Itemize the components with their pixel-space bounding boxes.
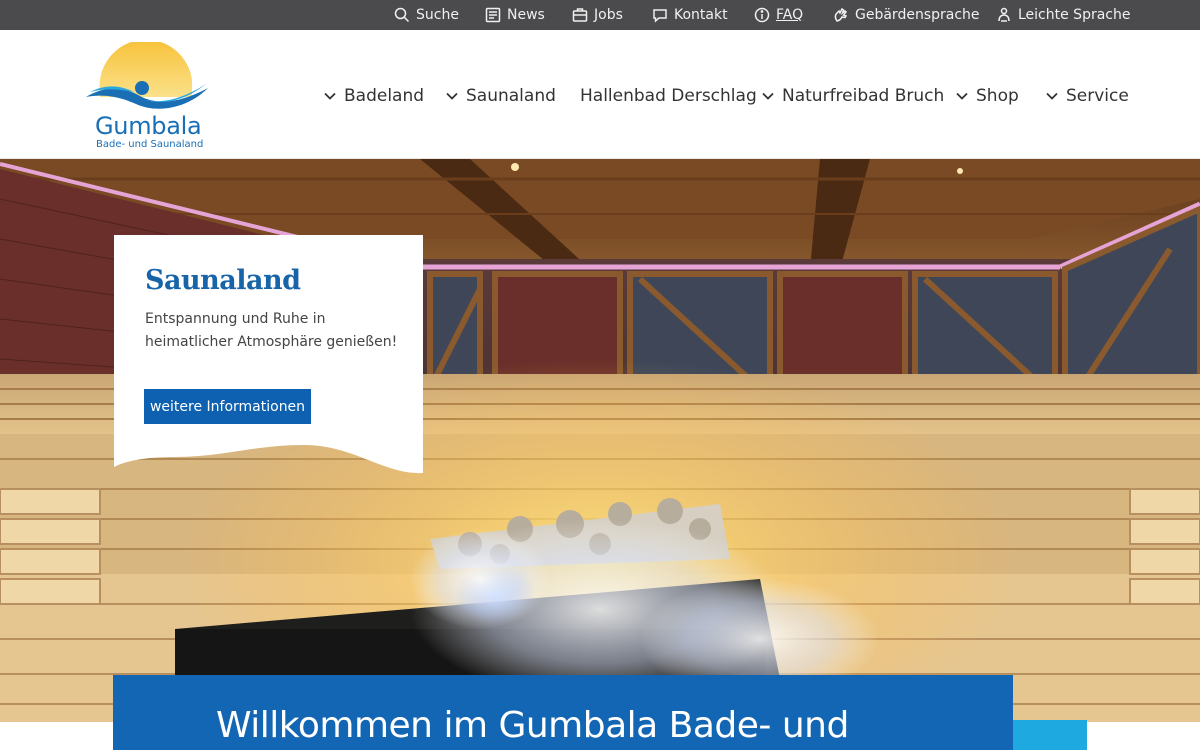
logo[interactable]: Gumbala Bade- und Saunaland [84,39,214,150]
info-icon [754,7,770,23]
chevron-down-icon [324,92,336,100]
saunaland-teaser-card: Saunaland Entspannung und Ruhe in heimat… [114,235,423,475]
nav-label: Naturfreibad Bruch [782,86,945,106]
utility-link-jobs[interactable]: Jobs [572,0,623,30]
logo-sun-wave-icon [86,39,208,109]
nav-label: Badeland [344,86,425,106]
logo-brand: Gumbala [95,112,202,140]
sign-language-icon [834,7,848,22]
welcome-accent-bar [1013,720,1087,750]
utility-link-kontakt[interactable]: Kontakt [652,0,728,30]
jobs-icon [572,8,588,22]
chevron-down-icon [956,92,968,100]
nav-label: Saunaland [466,86,556,106]
utility-label: Jobs [594,7,623,23]
search-icon [394,7,410,23]
nav-label: Shop [976,86,1019,106]
utility-label: Suche [416,7,459,23]
utility-label: Gebärdensprache [855,7,980,23]
easy-language-icon [998,7,1010,22]
teaser-text: Entspannung und Ruhe in heimatlicher Atm… [145,311,398,350]
nav-label: Hallenbad Derschlag [580,86,757,106]
utility-link-sign-language[interactable]: Gebärdensprache [833,0,980,30]
logo-tagline: Bade- und Saunaland [96,139,204,150]
nav-label: Service [1066,86,1129,106]
utility-link-search[interactable]: Suche [394,0,459,30]
utility-label: Leichte Sprache [1018,7,1131,23]
welcome-banner: Willkommen im Gumbala Bade- und [113,675,1013,750]
utility-label: Kontakt [674,7,728,23]
more-info-button[interactable]: weitere Informationen [144,389,311,424]
nav-service[interactable]: Service [1046,84,1129,108]
utility-bar: Suche News Jobs Kontakt FAQ Gebärdenspra… [0,0,1200,30]
chevron-down-icon [1046,92,1058,100]
nav-naturfreibad-bruch[interactable]: Naturfreibad Bruch [762,84,944,108]
news-icon [485,7,501,23]
chat-icon [653,9,667,23]
utility-link-easy-language[interactable]: Leichte Sprache [996,0,1130,30]
utility-link-faq[interactable]: FAQ [754,0,803,30]
welcome-heading: Willkommen im Gumbala Bade- und [216,705,849,746]
nav-shop[interactable]: Shop [956,84,1019,108]
utility-label: News [507,7,545,23]
utility-link-news[interactable]: News [485,0,545,30]
teaser-title: Saunaland [145,265,301,296]
chevron-down-icon [762,92,774,100]
chevron-down-icon [446,92,458,100]
site-header: Gumbala Bade- und Saunaland Badeland Sau… [0,30,1200,159]
utility-label: FAQ [776,7,804,23]
nav-hallenbad-derschlag[interactable]: Hallenbad Derschlag [580,84,757,108]
nav-badeland[interactable]: Badeland [324,84,424,108]
nav-saunaland[interactable]: Saunaland [446,84,556,108]
